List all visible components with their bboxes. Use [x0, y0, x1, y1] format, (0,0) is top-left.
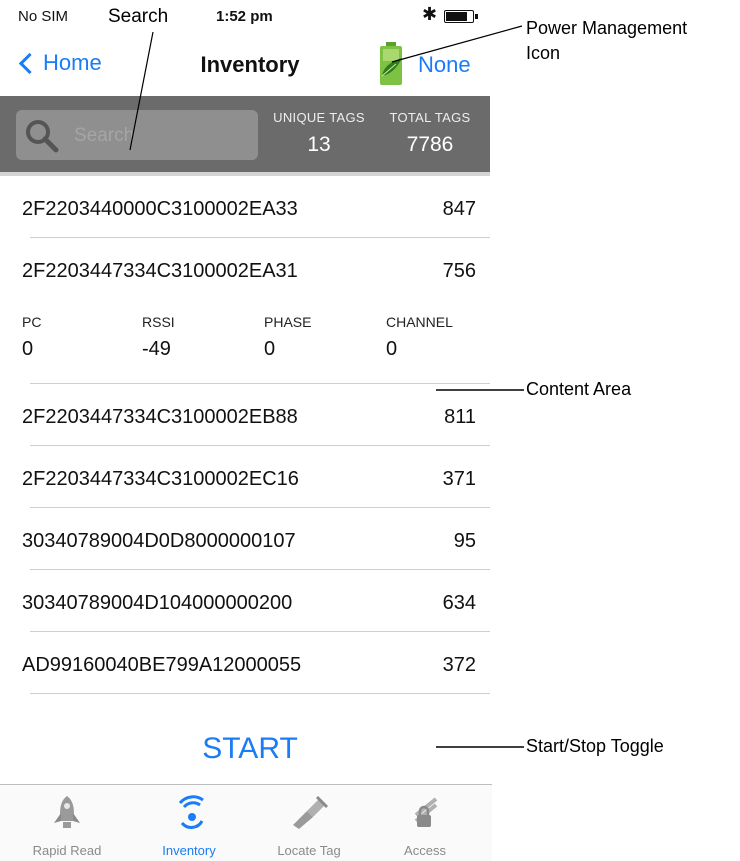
annotation-start-stop: Start/Stop Toggle [526, 736, 664, 756]
annotation-content-area: Content Area [526, 379, 632, 399]
annotation-leader-lines [129, 25, 524, 748]
annotation-power-line2: Icon [526, 43, 561, 63]
annotation-power-management: Power Management Icon [526, 18, 687, 64]
annotation-power-line1: Power Management [526, 18, 688, 38]
